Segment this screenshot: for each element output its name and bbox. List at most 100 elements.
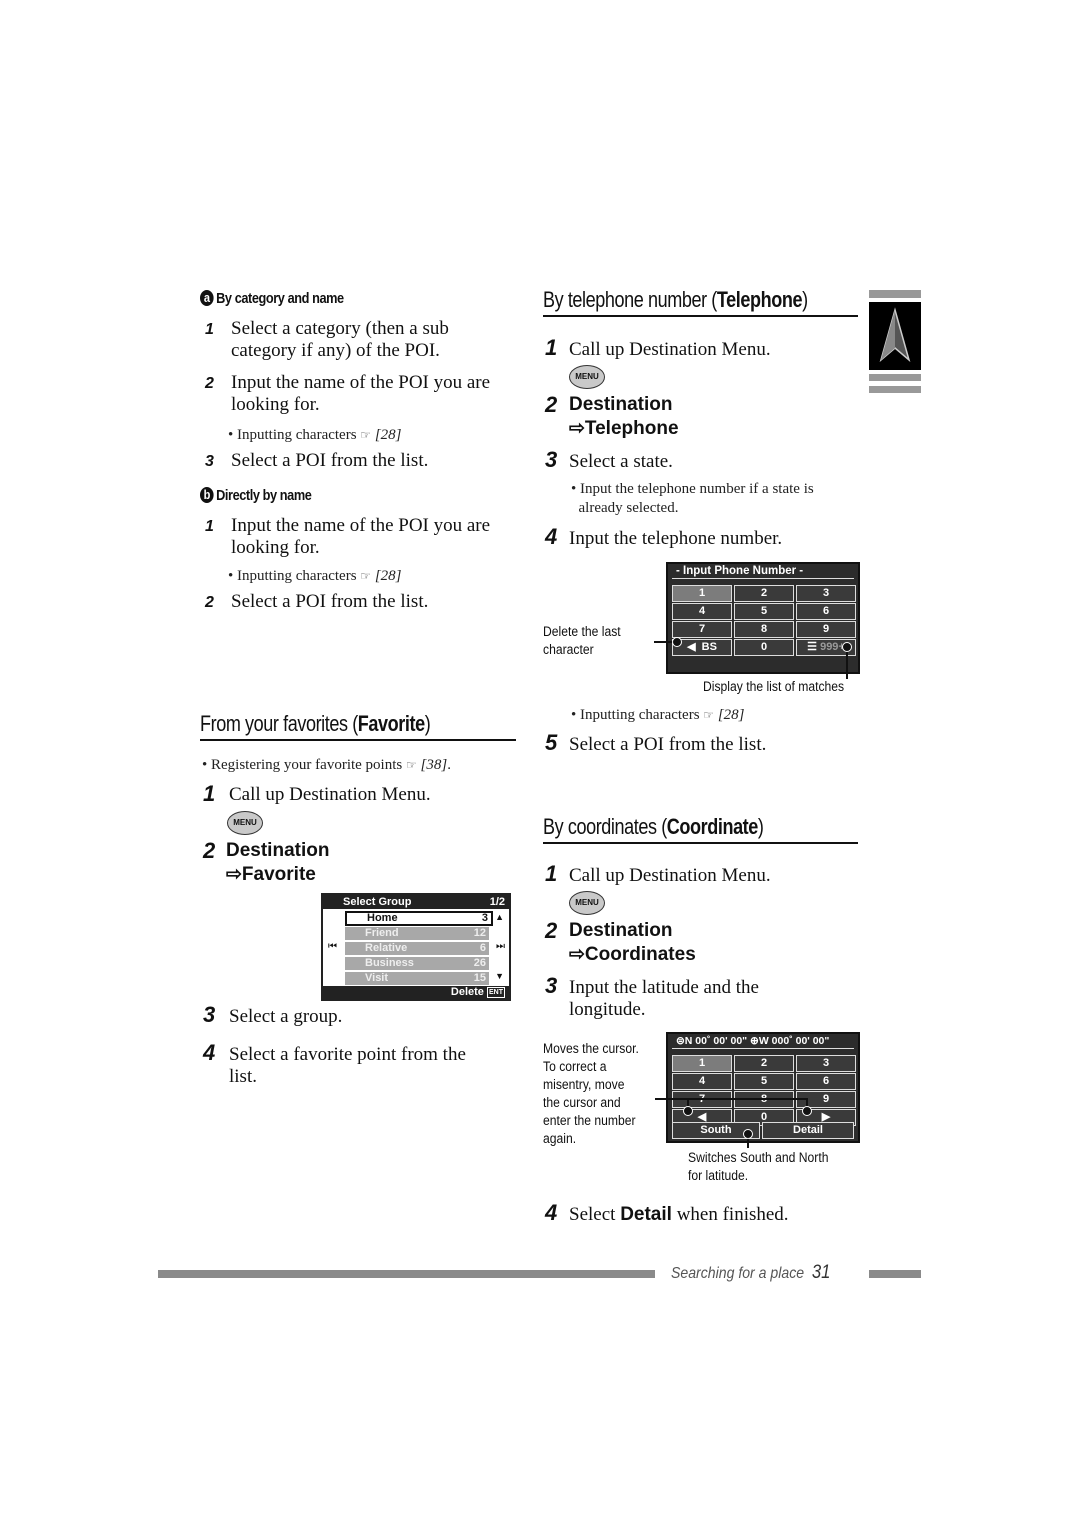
callout-dot: [683, 1106, 693, 1116]
keypad-key[interactable]: 2: [734, 1055, 794, 1072]
step-number: 2: [205, 594, 214, 611]
scroll-up-icon[interactable]: ▲: [495, 912, 504, 922]
pointing-hand-icon: ☞: [405, 758, 417, 772]
delete-label[interactable]: Delete: [451, 986, 484, 998]
page-reference[interactable]: [28]: [718, 707, 745, 723]
subheading-by-category: a By category and name: [200, 290, 344, 307]
screen-title: - Input Phone Number -: [672, 564, 854, 579]
tab-stripe: [869, 374, 921, 381]
coordinate-keypad-screen: ⊜N 00˚ 00' 00" ⊕W 000˚ 00' 00" 123456789…: [666, 1032, 860, 1143]
step-a3: 3 Select a POI from the list.: [205, 450, 525, 474]
keypad-key[interactable]: 4: [672, 1073, 732, 1090]
screen-footer: Delete ENT: [323, 986, 509, 999]
keypad-key[interactable]: 9: [796, 621, 856, 638]
step-number: 4: [545, 1200, 558, 1225]
footer-bar: [158, 1270, 655, 1278]
group-row[interactable]: Home 3: [345, 911, 493, 926]
callout-dot: [743, 1129, 753, 1139]
bullet-registering-favorites: • Registering your favorite points ☞ [38…: [202, 757, 451, 773]
page-reference[interactable]: [28]: [375, 427, 402, 443]
keypad-key[interactable]: 5: [734, 603, 794, 620]
keypad-key[interactable]: 3: [796, 585, 856, 602]
page-reference[interactable]: [28]: [375, 568, 402, 584]
group-row[interactable]: Friend 12: [345, 927, 489, 940]
bullet-inputting-b: • Inputting characters ☞ [28]: [228, 568, 402, 584]
step-text: Select a POI from the list.: [231, 450, 429, 471]
group-row[interactable]: Relative 6: [345, 942, 489, 955]
menu-path: Destination ⇨Favorite: [226, 840, 330, 885]
step-text: Input the latitude and the longitude.: [569, 977, 759, 1020]
note-south-north: Switches South and North for latitude.: [688, 1150, 829, 1183]
step-text: Call up Destination Menu.: [569, 865, 771, 886]
section-title-telephone: By telephone number (Telephone): [543, 287, 858, 317]
enter-icon: ENT: [487, 987, 505, 998]
keypad-key[interactable]: 6: [796, 1073, 856, 1090]
step-number: 3: [545, 447, 558, 472]
step-number: 2: [545, 392, 558, 417]
fav-step-1: 1 Call up Destination Menu.: [203, 783, 523, 809]
screen-title: Select Group: [343, 896, 412, 908]
step-text: Call up Destination Menu.: [229, 784, 431, 805]
step-number: 5: [545, 730, 558, 755]
pointing-hand-icon: ☞: [360, 569, 372, 583]
group-row[interactable]: Business 26: [345, 957, 489, 970]
step-a1: 1 Select a category (then a sub category …: [205, 318, 525, 364]
page-number: 31: [811, 1262, 831, 1283]
page-indicator: 1/2: [489, 896, 505, 908]
menu-path: Destination ⇨Coordinates: [569, 920, 696, 965]
step-number: 4: [545, 524, 558, 549]
step-number: 1: [203, 781, 216, 806]
tel-step-4: 4 Input the telephone number.: [545, 526, 865, 552]
footer-bar: [869, 1270, 921, 1278]
step-number: 1: [205, 321, 214, 338]
keypad-key[interactable]: 8: [734, 621, 794, 638]
skip-forward-icon[interactable]: ⏭: [496, 941, 505, 952]
keypad-key[interactable]: 5: [734, 1073, 794, 1090]
keypad-key[interactable]: 8: [734, 1091, 794, 1108]
step-text: Select a favorite point from the list.: [229, 1044, 466, 1087]
step-number: 1: [545, 861, 558, 886]
page-reference[interactable]: [38]: [421, 757, 448, 773]
tab-stripe: [869, 386, 921, 393]
keypad-key[interactable]: 1: [672, 585, 732, 602]
subheading-text: By category and name: [216, 290, 344, 307]
coord-step-1: 1 Call up Destination Menu.: [545, 863, 865, 889]
callout-dot: [842, 642, 852, 652]
subheading-directly-by-name: b Directly by name: [200, 487, 312, 504]
step-text: Select a POI from the list.: [569, 734, 767, 755]
detail-button[interactable]: Detail: [762, 1122, 854, 1139]
keypad-key[interactable]: 1: [672, 1055, 732, 1072]
group-row[interactable]: Visit 15: [345, 972, 489, 985]
step-number: 2: [203, 838, 216, 863]
phone-keypad-screen: - Input Phone Number - 1 2 3 4 5 6 7 8 9 ◀ BS 0 ☰ 9…: [666, 562, 860, 674]
coord-step-2: 2 Destination ⇨Coordinates: [545, 918, 865, 968]
back-icon: ◀: [687, 641, 696, 653]
step-b1: 1 Input the name of the POI you are looki…: [205, 515, 525, 561]
footer-section: Searching for a place: [671, 1265, 805, 1282]
section-title-coordinate: By coordinates (Coordinate): [543, 814, 858, 844]
step-number: 1: [545, 335, 558, 360]
callout-line: [655, 1098, 807, 1100]
keypad-key[interactable]: 0: [734, 639, 794, 656]
skip-back-icon[interactable]: ⏮: [328, 941, 337, 952]
step-text: Select a group.: [229, 1006, 343, 1027]
scroll-down-icon[interactable]: ▼: [495, 971, 504, 981]
bullet-inputting-tel: • Inputting characters ☞ [28]: [571, 707, 745, 723]
keypad-key[interactable]: 7: [672, 1091, 732, 1108]
section-title-favorite: From your favorites (Favorite): [200, 711, 516, 741]
circle-b-icon: b: [200, 487, 214, 503]
select-group-screen: Select Group 1/2 Home 3 Friend 12 Relative…: [321, 893, 511, 1001]
tel-step-2: 2 Destination ⇨Telephone: [545, 392, 865, 442]
keypad-key[interactable]: 2: [734, 585, 794, 602]
keypad-key[interactable]: 6: [796, 603, 856, 620]
step-number: 3: [203, 1002, 216, 1027]
callout-dot: [802, 1106, 812, 1116]
step-b2: 2 Select a POI from the list.: [205, 591, 525, 615]
step-text: Select Detail when finished.: [569, 1204, 789, 1225]
subheading-text: Directly by name: [216, 487, 312, 504]
keypad-key[interactable]: 7: [672, 621, 732, 638]
step-number: 4: [203, 1040, 216, 1065]
keypad-key[interactable]: 4: [672, 603, 732, 620]
keypad-key[interactable]: 3: [796, 1055, 856, 1072]
coordinate-readout: ⊜N 00˚ 00' 00" ⊕W 000˚ 00' 00": [672, 1034, 854, 1049]
